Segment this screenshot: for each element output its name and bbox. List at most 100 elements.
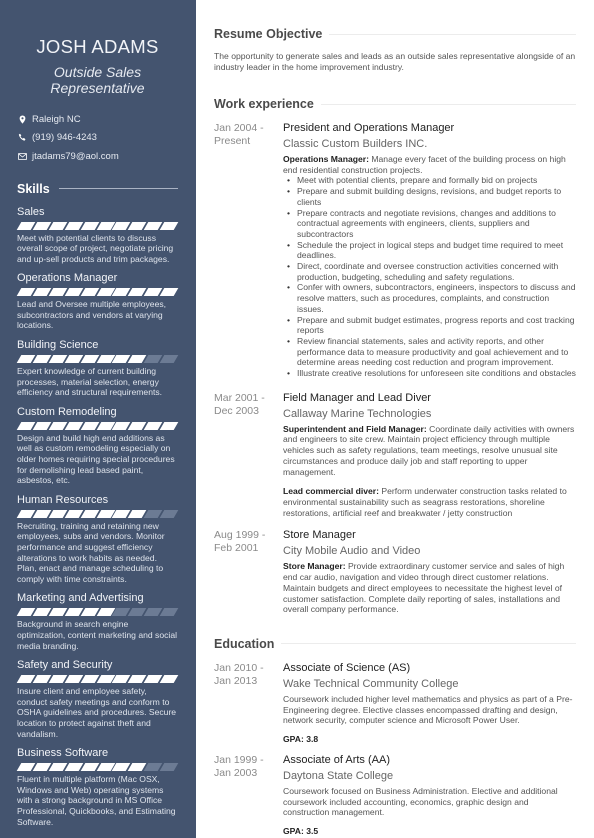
objective-title: Resume Objective bbox=[214, 27, 323, 41]
skill-item: Building Science Expert knowledge of curr… bbox=[16, 339, 179, 398]
gpa: GPA: 3.5 bbox=[283, 826, 319, 837]
job-bullets: Meet with potential clients, prepare and… bbox=[283, 175, 576, 378]
work-entry: Mar 2001 - Dec 2003 Field Manager and Le… bbox=[214, 392, 576, 519]
date-to: Jan 2003 bbox=[214, 767, 258, 780]
email-link[interactable]: jtadams79@aol.com bbox=[32, 151, 119, 162]
skill-description: Lead and Oversee multiple employees, sub… bbox=[17, 299, 167, 331]
phone-text[interactable]: (919) 946-4243 bbox=[32, 132, 97, 143]
headline-line-2: Representative bbox=[50, 80, 145, 96]
objective-header: Resume Objective bbox=[214, 27, 576, 41]
education-divider bbox=[281, 643, 576, 645]
date-from: Jan 1999 - bbox=[214, 754, 264, 767]
location-text: Raleigh NC bbox=[32, 113, 81, 125]
contact-list: Raleigh NC (919) 946-4243 jtadams79@aol.… bbox=[17, 110, 178, 166]
skills-divider bbox=[58, 188, 178, 189]
skill-level-bar bbox=[16, 288, 179, 297]
date-from: Jan 2010 - bbox=[214, 661, 264, 674]
job-bullet: Review financial statements, sales and a… bbox=[283, 336, 576, 368]
skill-segment-empty bbox=[159, 355, 179, 364]
skill-item: Operations Manager Lead and Oversee multi… bbox=[16, 272, 179, 331]
skill-level-bar bbox=[16, 509, 179, 518]
education-body: Associate of Arts (AA) Daytona State Col… bbox=[283, 754, 576, 836]
objective-text: The opportunity to generate sales and le… bbox=[214, 51, 576, 72]
job-description-secondary: Lead commercial diver: Perform underwate… bbox=[283, 486, 576, 518]
skill-item: Marketing and Advertising Background in s… bbox=[16, 592, 179, 651]
candidate-headline: Outside Sales Representative bbox=[17, 64, 178, 96]
date-to: Present bbox=[214, 135, 251, 147]
skill-segment-empty bbox=[159, 763, 179, 772]
employer: Callaway Marine Technologies bbox=[283, 407, 432, 420]
skill-item: Business Software Fluent in multiple plat… bbox=[16, 747, 179, 827]
skill-name: Human Resources bbox=[17, 493, 109, 506]
skill-item: Safety and Security Insure client and emp… bbox=[16, 659, 179, 739]
skill-item: Custom Remodeling Design and build high e… bbox=[16, 406, 179, 486]
job-bullet: Illustrate creative resolutions for unfo… bbox=[283, 368, 576, 379]
phone-icon bbox=[17, 132, 28, 143]
job-description: Store Manager: Provide extraordinary cus… bbox=[283, 561, 576, 615]
job-title: Field Manager and Lead Diver bbox=[283, 391, 431, 404]
job-bullet: Prepare contracts and negotiate revision… bbox=[283, 208, 576, 240]
skill-description: Insure client and employee safety, condu… bbox=[17, 686, 177, 739]
skills-list: Sales Meet with potential clients to disc… bbox=[16, 206, 179, 828]
education-dates: Jan 2010 - Jan 2013 bbox=[214, 662, 283, 744]
job-bullet: Schedule the project in logical steps an… bbox=[283, 240, 576, 261]
skill-name: Marketing and Advertising bbox=[17, 592, 144, 605]
degree: Associate of Arts (AA) bbox=[283, 754, 390, 767]
education-description: Coursework focused on Business Administr… bbox=[283, 786, 558, 818]
skill-segment-empty bbox=[159, 509, 179, 518]
skill-description: Recruiting, training and retaining new e… bbox=[17, 520, 165, 584]
education-dates: Jan 1999 - Jan 2003 bbox=[214, 754, 283, 836]
job-bullet: Confer with owners, subcontractors, engi… bbox=[283, 282, 576, 314]
work-body: Field Manager and Lead Diver Callaway Ma… bbox=[283, 392, 576, 519]
work-section: Work experience Jan 2004 - Present Presi… bbox=[214, 97, 576, 615]
work-body: President and Operations Manager Classic… bbox=[283, 122, 576, 379]
role-label: Superintendent and Field Manager: bbox=[283, 423, 427, 434]
objective-section: Resume Objective The opportunity to gene… bbox=[214, 27, 576, 73]
employer: City Mobile Audio and Video bbox=[283, 545, 421, 558]
work-title: Work experience bbox=[214, 97, 314, 111]
skill-segment-empty bbox=[159, 608, 179, 617]
job-bullet: Prepare and submit budget estimates, pro… bbox=[283, 315, 576, 336]
education-body: Associate of Science (AS) Wake Technical… bbox=[283, 662, 576, 744]
degree: Associate of Science (AS) bbox=[283, 661, 411, 674]
skill-segment-filled bbox=[159, 421, 179, 430]
skill-level-bar bbox=[16, 608, 179, 617]
skill-name: Building Science bbox=[17, 339, 99, 352]
role-label: Operations Manager: bbox=[283, 154, 369, 164]
work-entry: Aug 1999 - Feb 2001 Store Manager City M… bbox=[214, 529, 576, 615]
skill-description: Meet with potential clients to discuss o… bbox=[17, 232, 174, 264]
skill-description: Expert knowledge of current building pro… bbox=[17, 366, 163, 398]
skill-segment-filled bbox=[159, 675, 179, 684]
skill-description: Fluent in multiple platform (Mac OSX, Wi… bbox=[17, 774, 176, 827]
job-title: Store Manager bbox=[283, 529, 356, 542]
role-label: Store Manager: bbox=[283, 561, 346, 572]
skill-level-bar bbox=[16, 421, 179, 430]
education-description: Coursework included higher level mathema… bbox=[283, 693, 573, 726]
gpa: GPA: 3.8 bbox=[283, 734, 319, 745]
skill-description: Design and build high end additions as w… bbox=[17, 432, 175, 486]
skill-level-bar bbox=[16, 355, 179, 364]
job-description: Operations Manager: Manage every facet o… bbox=[283, 154, 576, 379]
skill-name: Operations Manager bbox=[17, 272, 118, 285]
date-from: Aug 1999 - bbox=[214, 529, 266, 542]
headline-line-1: Outside Sales bbox=[53, 64, 142, 80]
skill-item: Human Resources Recruiting, training and … bbox=[16, 493, 179, 585]
contact-phone: (919) 946-4243 bbox=[17, 129, 178, 148]
work-dates: Aug 1999 - Feb 2001 bbox=[214, 529, 283, 615]
employer: Classic Custom Builders INC. bbox=[283, 138, 428, 150]
job-bullet: Direct, coordinate and oversee construct… bbox=[283, 261, 576, 282]
education-section: Education Jan 2010 - Jan 2013 Associate … bbox=[214, 637, 576, 836]
date-from: Mar 2001 - bbox=[214, 391, 265, 404]
education-title: Education bbox=[214, 636, 275, 651]
skills-section-header: Skills bbox=[17, 182, 178, 196]
skill-segment-filled bbox=[159, 288, 179, 297]
skill-name: Safety and Security bbox=[17, 659, 113, 672]
skills-title: Skills bbox=[17, 181, 50, 196]
work-header: Work experience bbox=[214, 97, 576, 111]
skill-level-bar bbox=[16, 675, 179, 684]
skill-segment-filled bbox=[80, 221, 99, 230]
education-header: Education bbox=[214, 637, 576, 651]
skill-level-bar bbox=[16, 221, 179, 230]
job-bullet: Meet with potential clients, prepare and… bbox=[283, 175, 576, 186]
contact-location: Raleigh NC bbox=[17, 110, 178, 129]
